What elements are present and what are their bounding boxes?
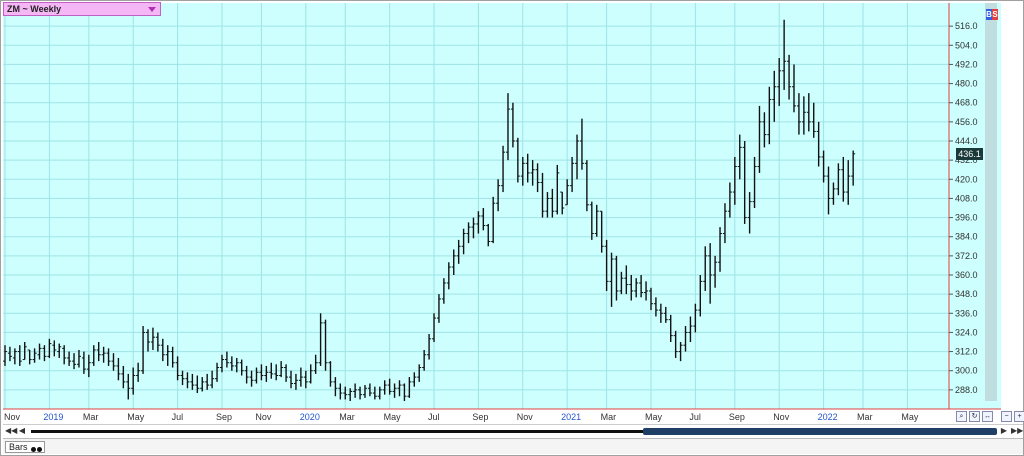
- last-price-tag: 436.1: [956, 147, 983, 160]
- plus-icon[interactable]: +: [1014, 411, 1024, 422]
- time-label-month: Mar: [601, 412, 617, 422]
- study-panel-bar: Bars: [3, 438, 1023, 454]
- time-axis: Nov 2019 Mar May Jul Sep Nov 2020 Mar May Jul Sep No…: [4, 412, 919, 422]
- price-tick-label: 516.0: [955, 21, 978, 31]
- price-tick-label: 456.0: [955, 117, 978, 127]
- chart-canvas[interactable]: 288.0 300.0 312.0 324.0 336.0 348.0 360.0 372.0…: [1, 1, 1024, 456]
- time-label-month: Sep: [472, 412, 488, 422]
- study-tab-bars[interactable]: Bars: [5, 441, 45, 453]
- refresh-icon[interactable]: ↻: [969, 411, 980, 422]
- right-scale-strip: [985, 3, 997, 401]
- time-label-month: Mar: [339, 412, 355, 422]
- symbol-label: ZM ~ Weekly: [7, 4, 62, 14]
- time-label-month: Sep: [216, 412, 232, 422]
- time-label-month: Nov: [4, 412, 21, 422]
- price-tick-label: 372.0: [955, 251, 978, 261]
- price-tick-label: 480.0: [955, 79, 978, 89]
- minus-icon[interactable]: −: [1001, 411, 1012, 422]
- price-tick-label: 468.0: [955, 98, 978, 108]
- time-label-month: Jul: [172, 412, 184, 422]
- time-label-month: Sep: [729, 412, 745, 422]
- price-tick-label: 336.0: [955, 308, 978, 318]
- scroll-end-icon[interactable]: ▶▶: [1011, 426, 1023, 436]
- expand-icon[interactable]: ↔: [982, 411, 993, 422]
- time-label-month: Nov: [517, 412, 534, 422]
- symbol-selector[interactable]: ZM ~ Weekly: [3, 2, 161, 16]
- price-tick-label: 348.0: [955, 289, 978, 299]
- time-label-month: May: [127, 412, 145, 422]
- time-label-month: May: [384, 412, 402, 422]
- sell-badge[interactable]: S: [992, 9, 998, 20]
- price-tick-label: 300.0: [955, 366, 978, 376]
- price-tick-label: 396.0: [955, 213, 978, 223]
- time-label-year: 2021: [561, 412, 581, 422]
- study-tab-label: Bars: [9, 442, 28, 452]
- time-label-year: 2020: [300, 412, 320, 422]
- price-tick-label: 504.0: [955, 40, 978, 50]
- time-label-month: Nov: [773, 412, 790, 422]
- time-label-month: May: [901, 412, 919, 422]
- buy-sell-badge[interactable]: B S: [986, 9, 998, 20]
- link-icon[interactable]: [31, 444, 43, 452]
- price-tick-label: 384.0: [955, 232, 978, 242]
- time-label-month: Jul: [689, 412, 701, 422]
- scroll-start-icon[interactable]: ◀◀: [5, 426, 17, 436]
- time-label-month: Jul: [428, 412, 440, 422]
- dropdown-arrow-icon[interactable]: [148, 7, 156, 12]
- price-tick-label: 444.0: [955, 136, 978, 146]
- price-tick-label: 312.0: [955, 347, 978, 357]
- time-label-month: Nov: [255, 412, 272, 422]
- price-tick-label: 492.0: [955, 59, 978, 69]
- price-tick-label: 288.0: [955, 385, 978, 395]
- price-tick-label: 408.0: [955, 193, 978, 203]
- time-label-year: 2022: [818, 412, 838, 422]
- time-label-month: Mar: [83, 412, 99, 422]
- price-tick-label: 324.0: [955, 327, 978, 337]
- price-tick-label: 360.0: [955, 270, 978, 280]
- scroll-left-icon[interactable]: ◀: [17, 426, 27, 436]
- price-tick-label: 420.0: [955, 174, 978, 184]
- time-label-year: 2019: [43, 412, 63, 422]
- scroll-right-icon[interactable]: ▶: [999, 426, 1009, 436]
- chart-window: 288.0 300.0 312.0 324.0 336.0 348.0 360.0 372.0…: [0, 0, 1024, 456]
- time-label-month: Mar: [857, 412, 873, 422]
- time-scrollbar[interactable]: ◀◀ ◀ ▶ ▶▶: [3, 424, 1023, 436]
- scroll-thumb[interactable]: [643, 428, 997, 435]
- zoom-icon[interactable]: ⌕: [956, 411, 967, 422]
- time-label-month: May: [645, 412, 663, 422]
